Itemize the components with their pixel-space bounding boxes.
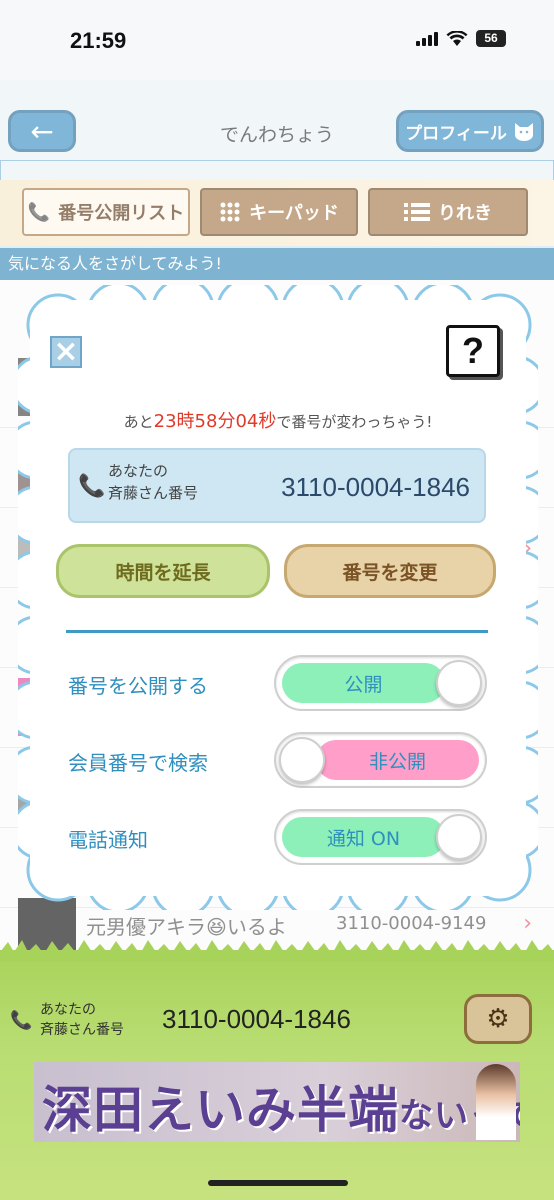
home-indicator (208, 1180, 348, 1186)
countdown-minutes-unit: 分 (217, 411, 236, 432)
countdown-seconds-unit: 秒 (258, 411, 277, 432)
toggle-track: 通知 ON (282, 817, 445, 857)
phone-icon: 📞 (10, 1010, 33, 1031)
toggle-track: 非公開 (316, 740, 479, 780)
label-line: あなたの (40, 1002, 96, 1018)
setting-label-public: 番号を公開する (68, 674, 208, 698)
public-number-toggle[interactable]: 公開 (274, 655, 487, 711)
footer-number-label: あなたの 斉藤さん番号 (40, 1000, 124, 1040)
settings-button[interactable]: ⚙ (464, 994, 532, 1044)
question-icon: ? (462, 330, 484, 371)
number-value: 3110-0004-1846 (281, 472, 470, 502)
number-settings-modal (30, 300, 526, 896)
setting-label-search: 会員番号で検索 (68, 751, 208, 775)
call-notification-toggle[interactable]: 通知 ON (274, 809, 487, 865)
countdown-prefix: あと (123, 413, 154, 431)
phone-icon: 📞 (78, 474, 106, 499)
gear-icon: ⚙ (486, 1004, 510, 1034)
label-line: 斉藤さん番号 (40, 1022, 124, 1038)
close-button[interactable]: × (50, 336, 82, 368)
countdown-text: あと23時58分04秒で番号が変わっちゃう! (30, 407, 526, 433)
status-bar: 21:59 56 (0, 0, 554, 80)
countdown-suffix: で番号が変わっちゃう! (276, 413, 433, 431)
toggle-knob[interactable] (279, 737, 325, 783)
signal-icon (416, 31, 438, 46)
label-line: あなたの (108, 462, 169, 480)
member-search-toggle[interactable]: 非公開 (274, 732, 487, 788)
toggle-knob[interactable] (436, 814, 482, 860)
setting-label-notify: 電話通知 (68, 828, 148, 852)
close-icon: × (53, 334, 79, 369)
ad-text: 深田えいみ半端ないって (42, 1070, 520, 1142)
countdown-hours-unit: 時 (176, 411, 195, 432)
countdown-seconds: 04 (235, 411, 259, 432)
ad-banner[interactable]: 深田えいみ半端ないって (34, 1062, 520, 1142)
my-number: 3110-0004-1846 (162, 1004, 351, 1034)
status-icons: 56 (416, 30, 506, 47)
countdown-hours: 23 (153, 411, 177, 432)
number-label: あなたの 斉藤さん番号 (108, 460, 198, 504)
help-button[interactable]: ? (446, 325, 500, 377)
countdown-minutes: 58 (194, 411, 218, 432)
toggle-track: 公開 (282, 663, 445, 703)
ad-photo (476, 1064, 516, 1140)
label-line: 斉藤さん番号 (108, 484, 199, 502)
change-number-button[interactable]: 番号を変更 (284, 544, 496, 598)
ad-text-main: 深田えいみ半端 (42, 1080, 399, 1139)
toggle-knob[interactable] (436, 660, 482, 706)
divider (66, 630, 488, 633)
grass-decoration (0, 940, 554, 962)
battery-icon: 56 (476, 30, 506, 47)
extend-time-button[interactable]: 時間を延長 (56, 544, 270, 598)
wifi-icon (446, 30, 468, 46)
current-number-box: 📞 あなたの 斉藤さん番号 3110-0004-1846 (68, 448, 486, 523)
status-time: 21:59 (70, 28, 127, 53)
